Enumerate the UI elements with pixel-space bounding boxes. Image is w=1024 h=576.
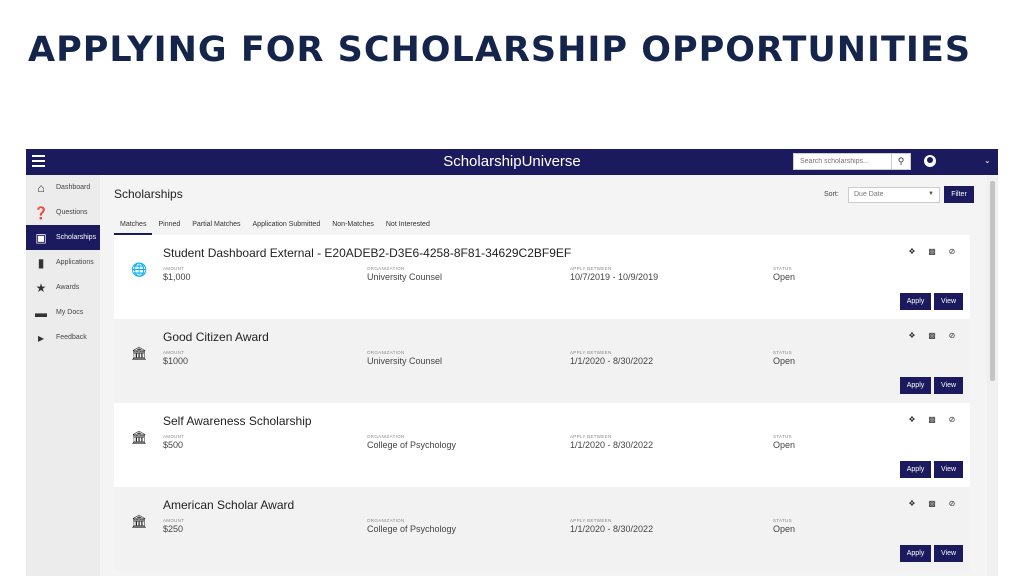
apply-button[interactable]: Apply	[900, 545, 931, 562]
status-field: STATUS Open	[773, 350, 796, 366]
scholarship-title[interactable]: Good Citizen Award	[163, 330, 269, 344]
sidebar: ⌂ Dashboard ❓ Questions ▣ Scholarships ▮…	[26, 175, 100, 576]
apply-button[interactable]: Apply	[900, 461, 931, 478]
globe-icon: 🌐	[131, 262, 148, 277]
tab-application-submitted[interactable]: Application Submitted	[247, 219, 327, 235]
sidebar-item-label: Awards	[56, 284, 80, 291]
top-navbar: ScholarshipUniverse ⚲ ⌄	[26, 149, 998, 175]
sidebar-item-label: Dashboard	[56, 184, 91, 191]
chevron-down-icon[interactable]: ⌄	[984, 156, 991, 165]
not-interested-icon[interactable]: ⊘	[948, 499, 956, 508]
chart-icon[interactable]: ▩	[928, 331, 936, 340]
scholarship-card: 🏛 American Scholar Award AMOUNT $250 ORG…	[114, 487, 970, 571]
status-field: STATUS Open	[773, 434, 796, 450]
pin-icon[interactable]: ❖	[908, 331, 916, 340]
sidebar-item-feedback[interactable]: ▸ Feedback	[26, 325, 100, 350]
sort-select[interactable]: Due Date ▼	[848, 187, 940, 203]
slide-title: APPLYING FOR SCHOLARSHIP OPPORTUNITIES	[28, 30, 972, 70]
institution-icon: 🏛	[131, 514, 148, 529]
pin-icon[interactable]: ❖	[908, 247, 916, 256]
view-button[interactable]: View	[934, 377, 963, 394]
organization-field: ORGANIZATION College of Psychology	[367, 434, 457, 450]
scholarship-card: 🏛 Good Citizen Award AMOUNT $1000 ORGANI…	[114, 319, 970, 403]
status-field: STATUS Open	[773, 266, 796, 282]
tab-not-interested[interactable]: Not Interested	[380, 219, 436, 235]
card-actions: ❖ ▩ ⊘	[908, 331, 956, 340]
sidebar-item-label: My Docs	[56, 309, 84, 316]
folder-icon: ▬	[35, 305, 47, 320]
filter-button[interactable]: Filter	[944, 186, 974, 203]
chart-icon[interactable]: ▩	[928, 499, 936, 508]
page-title: Scholarships	[114, 187, 183, 201]
organization-field: ORGANIZATION College of Psychology	[367, 518, 457, 534]
app-window: ScholarshipUniverse ⚲ ⌄ ⌂ Dashboard ❓ Qu…	[26, 149, 998, 576]
money-icon: ▣	[35, 230, 47, 245]
status-field: STATUS Open	[773, 518, 796, 534]
tab-bar: Matches Pinned Partial Matches Applicati…	[114, 219, 436, 235]
apply-button[interactable]: Apply	[900, 377, 931, 394]
sidebar-item-questions[interactable]: ❓ Questions	[26, 200, 100, 225]
pin-icon[interactable]: ❖	[908, 415, 916, 424]
not-interested-icon[interactable]: ⊘	[948, 247, 956, 256]
view-button[interactable]: View	[934, 545, 963, 562]
scholarship-title[interactable]: Self Awareness Scholarship	[163, 414, 312, 428]
sidebar-item-label: Applications	[56, 259, 94, 266]
user-avatar-icon[interactable]	[924, 155, 936, 167]
pin-icon[interactable]: ❖	[908, 499, 916, 508]
apply-between-field: APPLY BETWEEN 1/1/2020 - 8/30/2022	[570, 350, 654, 366]
megaphone-icon: ▸	[37, 330, 45, 345]
scrollbar[interactable]	[987, 175, 998, 576]
main-content: Scholarships Sort: Due Date ▼ Filter Mat…	[106, 175, 986, 576]
sort-label: Sort:	[824, 191, 839, 198]
chart-icon[interactable]: ▩	[928, 415, 936, 424]
sort-value: Due Date	[854, 191, 884, 198]
apply-button[interactable]: Apply	[900, 293, 931, 310]
sidebar-item-my-docs[interactable]: ▬ My Docs	[26, 300, 100, 325]
not-interested-icon[interactable]: ⊘	[948, 331, 956, 340]
organization-field: ORGANIZATION University Counsel	[367, 266, 443, 282]
card-actions: ❖ ▩ ⊘	[908, 499, 956, 508]
scholarship-card: 🏛 Self Awareness Scholarship AMOUNT $500…	[114, 403, 970, 487]
card-actions: ❖ ▩ ⊘	[908, 415, 956, 424]
sidebar-item-label: Scholarships	[56, 234, 97, 241]
card-actions: ❖ ▩ ⊘	[908, 247, 956, 256]
tab-matches[interactable]: Matches	[114, 219, 153, 235]
amount-field: AMOUNT $500	[163, 434, 185, 450]
trophy-icon: ★	[35, 280, 47, 295]
chart-icon[interactable]: ▩	[928, 247, 936, 256]
sidebar-item-applications[interactable]: ▮ Applications	[26, 250, 100, 275]
apply-between-field: APPLY BETWEEN 10/7/2019 - 10/9/2019	[570, 266, 659, 282]
apply-between-field: APPLY BETWEEN 1/1/2020 - 8/30/2022	[570, 518, 654, 534]
organization-field: ORGANIZATION University Counsel	[367, 350, 443, 366]
question-icon: ❓	[33, 205, 49, 220]
sidebar-item-scholarships[interactable]: ▣ Scholarships	[26, 225, 100, 250]
apply-between-field: APPLY BETWEEN 1/1/2020 - 8/30/2022	[570, 434, 654, 450]
tab-pinned[interactable]: Pinned	[152, 219, 186, 235]
home-icon: ⌂	[37, 180, 45, 195]
scholarship-card: 🌐 Student Dashboard External - E20ADEB2-…	[114, 235, 970, 319]
view-button[interactable]: View	[934, 293, 963, 310]
scholarship-title[interactable]: Student Dashboard External - E20ADEB2-D3…	[163, 246, 571, 260]
amount-field: AMOUNT $1000	[163, 350, 189, 366]
sidebar-item-label: Feedback	[56, 334, 87, 341]
institution-icon: 🏛	[131, 430, 148, 445]
amount-field: AMOUNT $1,000	[163, 266, 191, 282]
tab-partial-matches[interactable]: Partial Matches	[186, 219, 246, 235]
view-button[interactable]: View	[934, 461, 963, 478]
chevron-down-icon: ▼	[928, 191, 934, 197]
sidebar-item-dashboard[interactable]: ⌂ Dashboard	[26, 175, 100, 200]
scrollbar-thumb[interactable]	[990, 181, 995, 381]
amount-field: AMOUNT $250	[163, 518, 185, 534]
sidebar-item-awards[interactable]: ★ Awards	[26, 275, 100, 300]
scholarship-title[interactable]: American Scholar Award	[163, 498, 294, 512]
search-icon[interactable]: ⚲	[891, 153, 911, 170]
not-interested-icon[interactable]: ⊘	[948, 415, 956, 424]
document-icon: ▮	[37, 255, 45, 270]
sidebar-item-label: Questions	[56, 209, 88, 216]
tab-non-matches[interactable]: Non-Matches	[326, 219, 380, 235]
institution-icon: 🏛	[131, 346, 148, 361]
